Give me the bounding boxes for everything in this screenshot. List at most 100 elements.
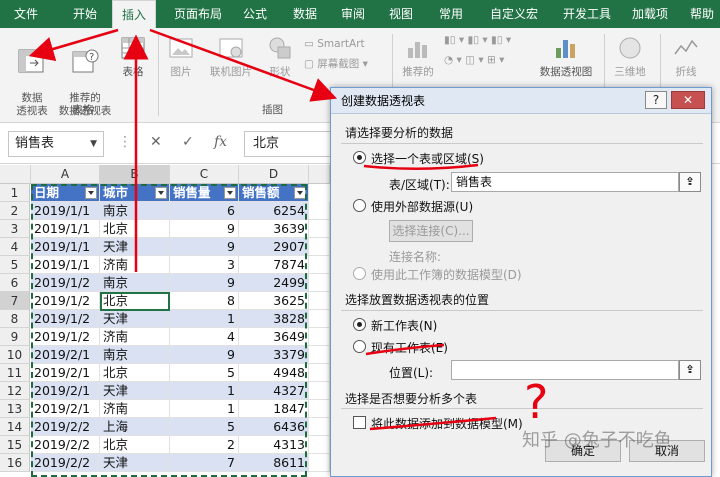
column-header-d[interactable]: D <box>239 165 309 184</box>
tab-common[interactable]: 常用 <box>431 0 471 28</box>
cell-qty[interactable]: 4 <box>170 328 239 346</box>
cell-date[interactable]: 2019/1/2 <box>31 310 100 328</box>
radio-external-source[interactable] <box>353 199 366 212</box>
cell-city[interactable]: 北京 <box>100 436 170 454</box>
tab-developer[interactable]: 开发工具 <box>555 0 619 28</box>
tab-page-layout[interactable]: 页面布局 <box>166 0 230 28</box>
row-header[interactable]: 4 <box>0 238 30 256</box>
table-header-date[interactable]: 日期 <box>31 184 100 202</box>
cell-amount[interactable]: 8611 <box>239 454 309 472</box>
row-header[interactable]: 16 <box>0 454 30 472</box>
cell-empty[interactable] <box>309 274 330 292</box>
cell-date[interactable]: 2019/2/1 <box>31 346 100 364</box>
cell-qty[interactable]: 1 <box>170 310 239 328</box>
location-input[interactable] <box>451 360 679 380</box>
chevron-down-icon[interactable]: ▼ <box>90 132 97 156</box>
cell-empty[interactable] <box>309 346 330 364</box>
cell-empty[interactable] <box>309 436 330 454</box>
recommended-charts-button[interactable]: 推荐的 <box>398 34 438 79</box>
row-header[interactable]: 10 <box>0 346 30 364</box>
insert-function-icon[interactable]: fx <box>214 134 227 150</box>
cell-city[interactable]: 天津 <box>100 310 170 328</box>
cell-date[interactable]: 2019/1/1 <box>31 238 100 256</box>
add-to-data-model-checkbox[interactable] <box>353 416 366 429</box>
column-header-b[interactable]: B <box>100 165 170 184</box>
cell-date[interactable]: 2019/1/2 <box>31 274 100 292</box>
cell-date[interactable]: 2019/2/1 <box>31 364 100 382</box>
cell-date[interactable]: 2019/1/1 <box>31 256 100 274</box>
cell-qty[interactable]: 1 <box>170 382 239 400</box>
cell-qty[interactable]: 9 <box>170 220 239 238</box>
cell-city[interactable]: 北京 <box>100 220 170 238</box>
worksheet-grid[interactable]: A B C D 1 日期 城市 销售量 销售额 2 2019/1/1 南京 6 6254… <box>0 165 330 477</box>
close-button[interactable]: ✕ <box>671 91 705 109</box>
pivot-chart-button[interactable]: 数据透视图 <box>534 34 598 79</box>
online-pictures-button[interactable]: 联机图片 <box>204 34 258 79</box>
cell-city[interactable]: 天津 <box>100 454 170 472</box>
cell-empty[interactable] <box>309 238 330 256</box>
cell-amount[interactable]: 7874 <box>239 256 309 274</box>
cell-amount[interactable]: 2907 <box>239 238 309 256</box>
cell-qty[interactable]: 9 <box>170 238 239 256</box>
range-input[interactable]: 销售表 <box>451 172 679 192</box>
tab-formulas[interactable]: 公式 <box>236 0 274 28</box>
tab-addins[interactable]: 加载项 <box>625 0 675 28</box>
cell-city[interactable]: 南京 <box>100 346 170 364</box>
row-header[interactable]: 12 <box>0 382 30 400</box>
tab-view[interactable]: 视图 <box>382 0 420 28</box>
cell-city[interactable]: 济南 <box>100 328 170 346</box>
pictures-button[interactable]: 图片 <box>166 34 196 79</box>
location-picker-icon[interactable]: ⇪ <box>679 360 701 380</box>
row-header[interactable]: 6 <box>0 274 30 292</box>
row-header[interactable]: 7 <box>0 292 30 310</box>
cell-date[interactable]: 2019/2/1 <box>31 382 100 400</box>
radio-existing-worksheet[interactable] <box>353 340 366 353</box>
cell-amount[interactable]: 1847 <box>239 400 309 418</box>
cell-qty[interactable]: 8 <box>170 292 239 310</box>
tab-home[interactable]: 开始 <box>62 0 108 28</box>
cell-qty[interactable]: 7 <box>170 454 239 472</box>
tab-insert[interactable]: 插入 <box>112 0 156 28</box>
table-header-qty[interactable]: 销售量 <box>170 184 239 202</box>
choose-connection-button[interactable]: 选择连接(C)... <box>389 220 473 242</box>
cell-empty[interactable] <box>309 382 330 400</box>
cell-qty[interactable]: 2 <box>170 436 239 454</box>
column-header-a[interactable]: A <box>31 165 100 184</box>
cell-date[interactable]: 2019/2/2 <box>31 418 100 436</box>
add-to-data-model-label[interactable]: 将此数据添加到数据模型(M) <box>371 415 523 432</box>
enter-icon[interactable]: ✓ <box>182 134 194 150</box>
cell-date[interactable]: 2019/1/2 <box>31 328 100 346</box>
row-header[interactable]: 8 <box>0 310 30 328</box>
filter-dropdown-icon[interactable] <box>85 187 97 199</box>
cell-city[interactable]: 济南 <box>100 256 170 274</box>
cell-qty[interactable]: 9 <box>170 274 239 292</box>
cell-city[interactable]: 天津 <box>100 382 170 400</box>
cell-amount[interactable]: 3625 <box>239 292 309 310</box>
column-header-c[interactable]: C <box>170 165 239 184</box>
cell-amount[interactable]: 4313 <box>239 436 309 454</box>
sparkline-line-button[interactable]: 折线 <box>666 34 706 79</box>
formula-input[interactable]: 北京 <box>244 131 344 157</box>
tab-help[interactable]: 帮助 <box>684 0 720 28</box>
radio-data-model-label[interactable]: 使用此工作簿的数据模型(D) <box>371 266 522 283</box>
cell-qty[interactable]: 6 <box>170 202 239 220</box>
column-header-e[interactable] <box>309 165 330 184</box>
tab-review[interactable]: 审阅 <box>334 0 372 28</box>
filter-dropdown-icon[interactable] <box>155 187 167 199</box>
chart-type-icons-row2[interactable]: ◔ ▾ ◫ ▾ ⊞ ▾ <box>444 52 504 68</box>
cell-amount[interactable]: 3649 <box>239 328 309 346</box>
cell-city[interactable]: 上海 <box>100 418 170 436</box>
cell-empty[interactable] <box>309 310 330 328</box>
cell-qty[interactable]: 1 <box>170 400 239 418</box>
cell-amount[interactable]: 4948 <box>239 364 309 382</box>
screenshot-button[interactable]: ▢ 屏幕截图 ▾ <box>304 56 368 72</box>
row-header[interactable]: 11 <box>0 364 30 382</box>
cell-amount[interactable]: 3379 <box>239 346 309 364</box>
cell-amount[interactable]: 3828 <box>239 310 309 328</box>
row-header[interactable]: 5 <box>0 256 30 274</box>
table-button[interactable]: 表格 <box>116 34 150 79</box>
name-box[interactable]: 销售表 ▼ <box>8 131 104 157</box>
radio-new-worksheet[interactable] <box>353 318 366 331</box>
cell-city[interactable]: 北京 <box>100 292 170 310</box>
smartart-button[interactable]: ▭ SmartArt <box>304 36 365 52</box>
